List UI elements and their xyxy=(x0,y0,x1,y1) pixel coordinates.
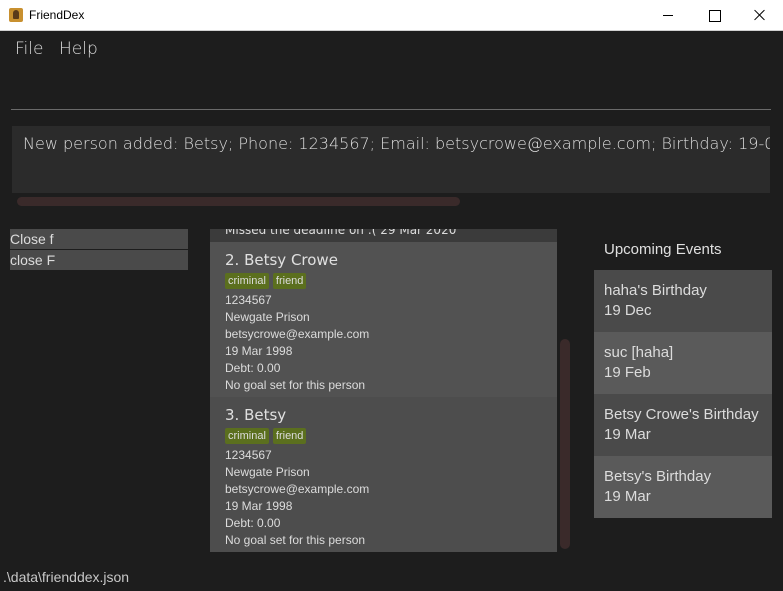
person-name: 2. Betsy Crowe xyxy=(225,251,338,269)
person-address: Newgate Prison xyxy=(225,310,310,324)
history-item[interactable]: close F xyxy=(10,250,188,270)
tag-badge: criminal xyxy=(225,428,269,444)
person-goal: No goal set for this person xyxy=(225,533,366,547)
minimize-icon[interactable] xyxy=(645,0,691,31)
event-item[interactable]: suc [haha] 19 Feb xyxy=(594,332,772,394)
person-list-scrollbar[interactable] xyxy=(560,339,570,549)
tag-badge: friend xyxy=(272,273,307,289)
person-address: Newgate Prison xyxy=(225,465,310,479)
person-card[interactable]: 2. Betsy Crowe criminal friend 1234567 N… xyxy=(210,242,557,397)
command-history-list: Close f close F xyxy=(10,229,188,271)
person-birthday: 19 Mar 1998 xyxy=(225,499,293,513)
event-date: 19 Mar xyxy=(604,426,651,443)
menu-help[interactable]: Help xyxy=(59,39,98,59)
person-debt: Debt: 0.00 xyxy=(225,361,281,375)
menu-bar: File Help xyxy=(0,31,783,67)
maximize-icon[interactable] xyxy=(691,0,737,31)
person-name: 3. Betsy xyxy=(225,406,287,424)
result-text: New person added: Betsy; Phone: 1234567;… xyxy=(23,134,770,153)
events-list: haha's Birthday 19 Dec suc [haha] 19 Feb… xyxy=(594,270,772,518)
event-date: 19 Dec xyxy=(604,302,652,319)
tag-badge: criminal xyxy=(225,273,269,289)
result-display: New person added: Betsy; Phone: 1234567;… xyxy=(12,126,770,193)
events-title: Upcoming Events xyxy=(604,241,722,258)
partial-person-card-text: Missed the deadline on :( 29 Mar 2020 xyxy=(225,229,457,237)
command-input[interactable] xyxy=(11,70,771,110)
event-item[interactable]: haha's Birthday 19 Dec xyxy=(594,270,772,332)
event-item[interactable]: Betsy's Birthday 19 Mar xyxy=(594,456,772,518)
window-title: FriendDex xyxy=(29,8,85,22)
status-bar-path: .\data\frienddex.json xyxy=(3,569,130,585)
person-debt: Debt: 0.00 xyxy=(225,516,281,530)
person-birthday: 19 Mar 1998 xyxy=(225,344,293,358)
person-tags: criminal friend xyxy=(225,273,307,289)
person-card[interactable]: 3. Betsy criminal friend 1234567 Newgate… xyxy=(210,397,557,552)
event-name: Betsy Crowe's Birthday xyxy=(604,406,759,423)
event-name: Betsy's Birthday xyxy=(604,468,712,485)
person-phone: 1234567 xyxy=(225,293,272,307)
event-date: 19 Mar xyxy=(604,488,651,505)
person-goal: No goal set for this person xyxy=(225,378,366,392)
close-icon[interactable] xyxy=(737,0,783,31)
person-phone: 1234567 xyxy=(225,448,272,462)
event-name: haha's Birthday xyxy=(604,282,707,299)
title-bar: FriendDex xyxy=(0,0,783,31)
event-item[interactable]: Betsy Crowe's Birthday 19 Mar xyxy=(594,394,772,456)
menu-file[interactable]: File xyxy=(15,39,43,59)
person-email: betsycrowe@example.com xyxy=(225,327,370,341)
tag-badge: friend xyxy=(272,428,307,444)
app-icon xyxy=(9,8,23,22)
history-item[interactable]: Close f xyxy=(10,229,188,249)
event-name: suc [haha] xyxy=(604,344,674,361)
result-horizontal-scrollbar[interactable] xyxy=(17,197,460,206)
person-tags: criminal friend xyxy=(225,428,307,444)
person-list: Missed the deadline on :( 29 Mar 2020 2.… xyxy=(210,229,557,552)
event-date: 19 Feb xyxy=(604,364,651,381)
person-email: betsycrowe@example.com xyxy=(225,482,370,496)
